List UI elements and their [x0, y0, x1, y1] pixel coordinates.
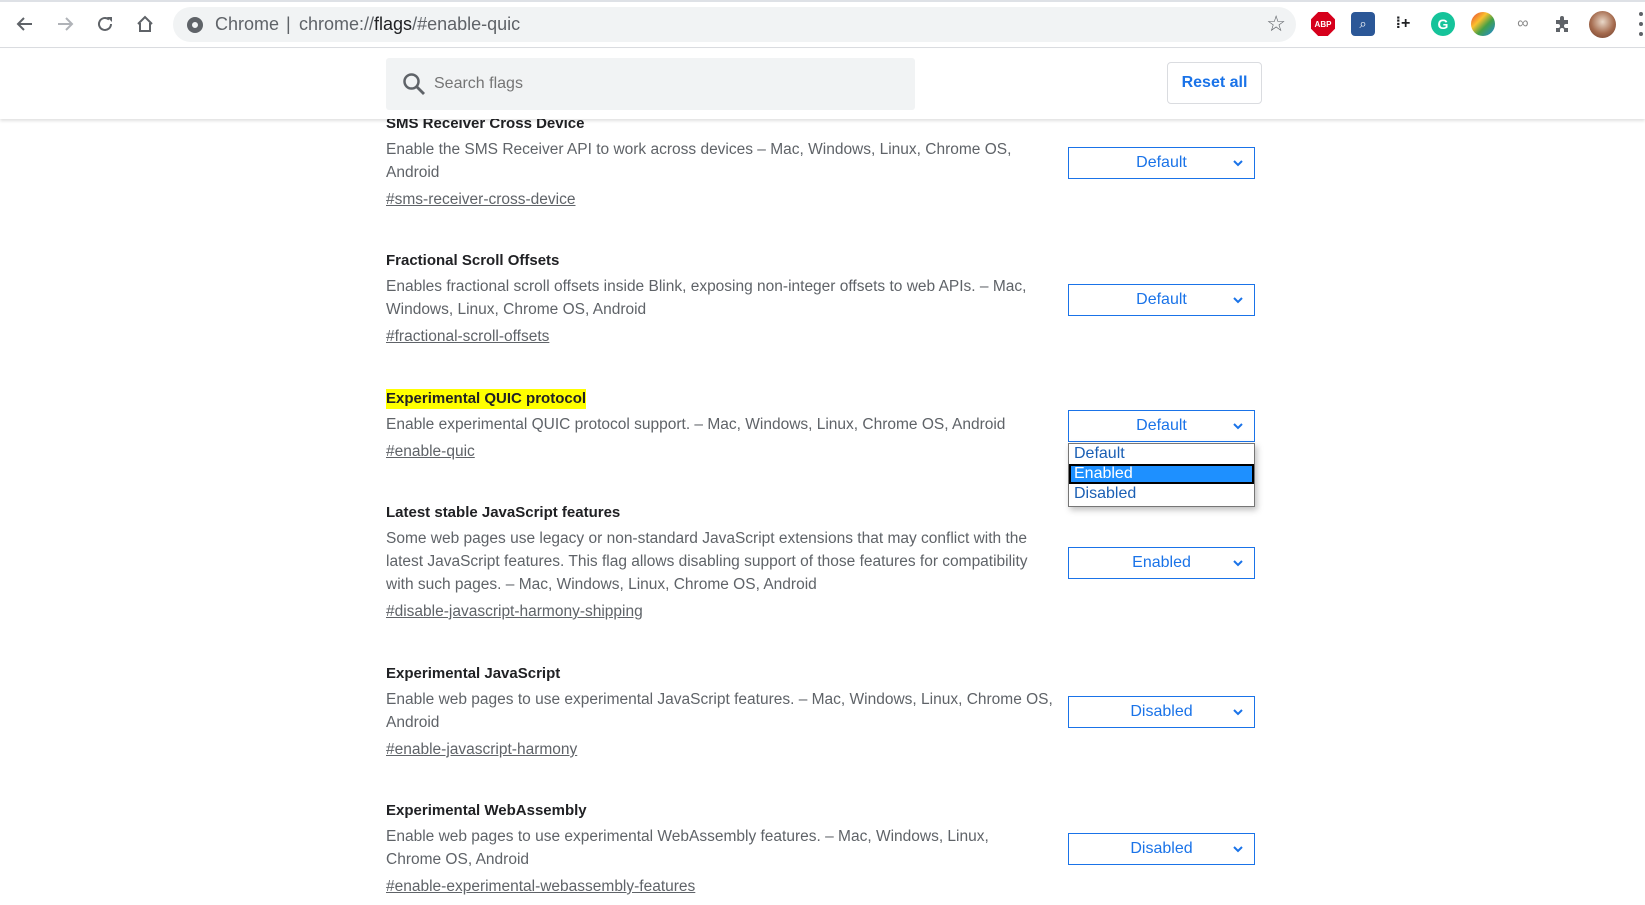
reset-all-button[interactable]: Reset all	[1167, 62, 1262, 104]
flag-title: Latest stable JavaScript features	[386, 504, 621, 521]
flag-select-sms-receiver[interactable]: Default	[1068, 147, 1255, 179]
chevron-down-icon	[1233, 160, 1243, 167]
search-flags-box[interactable]	[386, 58, 915, 110]
rings-extension-icon[interactable]: ∞	[1511, 12, 1535, 36]
flag-link[interactable]: #disable-javascript-harmony-shipping	[386, 600, 643, 623]
browser-toolbar: Chrome | chrome://flags/#enable-quic ☆ A…	[0, 0, 1645, 48]
dropdown-option-enabled[interactable]: Enabled	[1069, 464, 1254, 484]
chevron-down-icon	[1233, 297, 1243, 304]
chrome-menu-button[interactable]	[1636, 12, 1645, 36]
reload-icon	[98, 16, 112, 31]
home-button[interactable]	[130, 9, 160, 39]
flag-description: Enables fractional scroll offsets inside…	[386, 278, 1027, 318]
quic-dropdown-list: Default Enabled Disabled	[1068, 443, 1255, 507]
search-flags-input[interactable]	[434, 58, 904, 110]
flag-select-webassembly[interactable]: Disabled	[1068, 833, 1255, 865]
flag-select-quic[interactable]: Default	[1068, 410, 1255, 442]
flag-link[interactable]: #enable-quic	[386, 440, 475, 463]
flag-title: Experimental JavaScript	[386, 665, 561, 682]
dropdown-option-default[interactable]: Default	[1069, 444, 1254, 464]
forward-button[interactable]	[50, 9, 80, 39]
flag-select-fractional-scroll[interactable]: Default	[1068, 284, 1255, 316]
flag-title: Experimental WebAssembly	[386, 802, 587, 819]
url-text[interactable]: chrome://flags/#enable-quic	[299, 14, 520, 35]
chevron-down-icon	[1233, 423, 1243, 430]
select-value: Default	[1136, 154, 1187, 171]
flag-description: Enable the SMS Receiver API to work acro…	[386, 141, 1012, 181]
chevron-down-icon	[1233, 846, 1243, 853]
flag-description: Enable web pages to use experimental Jav…	[386, 691, 1053, 731]
arrow-left-icon	[16, 17, 32, 31]
flag-description: Enable web pages to use experimental Web…	[386, 828, 989, 868]
chevron-down-icon	[1233, 560, 1243, 567]
extensions-puzzle-icon[interactable]	[1551, 12, 1575, 36]
download-manager-icon[interactable]	[1471, 12, 1495, 36]
flag-link[interactable]: #sms-receiver-cross-device	[386, 188, 575, 211]
flag-select-js-harmony[interactable]: Disabled	[1068, 696, 1255, 728]
home-icon	[137, 15, 153, 32]
select-value: Enabled	[1132, 554, 1191, 571]
flag-description: Some web pages use legacy or non-standar…	[386, 530, 1028, 593]
flag-link[interactable]: #enable-experimental-webassembly-feature…	[386, 875, 695, 898]
profile-avatar[interactable]	[1589, 11, 1616, 38]
reload-button[interactable]	[90, 9, 120, 39]
flags-header: Reset all	[0, 49, 1645, 119]
flag-title: Fractional Scroll Offsets	[386, 252, 560, 269]
separator: |	[286, 14, 291, 34]
flag-description: Enable experimental QUIC protocol suppor…	[386, 416, 1006, 433]
flag-select-js-harmony-shipping[interactable]: Enabled	[1068, 547, 1255, 579]
chrome-logo-icon	[187, 17, 203, 33]
site-label: Chrome	[215, 14, 280, 34]
back-button[interactable]	[10, 9, 40, 39]
flag-link[interactable]: #enable-javascript-harmony	[386, 738, 577, 761]
select-value: Disabled	[1130, 840, 1193, 857]
chevron-down-icon	[1233, 709, 1243, 716]
dropdown-option-disabled[interactable]: Disabled	[1069, 484, 1254, 504]
arrow-right-icon	[58, 17, 74, 31]
select-value: Default	[1136, 291, 1187, 308]
search-extension-icon[interactable]: ⌕	[1351, 12, 1375, 36]
flag-link[interactable]: #fractional-scroll-offsets	[386, 325, 549, 348]
adblock-plus-icon[interactable]: ABP	[1311, 12, 1335, 36]
bookmark-star-icon[interactable]: ☆	[1266, 11, 1286, 37]
select-value: Disabled	[1130, 703, 1193, 720]
grid-plus-icon[interactable]: ⁞+	[1391, 12, 1415, 36]
search-icon	[403, 73, 425, 95]
flag-title: Experimental QUIC protocol	[386, 389, 587, 409]
select-value: Default	[1136, 417, 1187, 434]
grammarly-icon[interactable]: G	[1431, 12, 1455, 36]
address-bar[interactable]: Chrome | chrome://flags/#enable-quic ☆	[173, 7, 1296, 42]
puzzle-icon	[1556, 16, 1568, 32]
